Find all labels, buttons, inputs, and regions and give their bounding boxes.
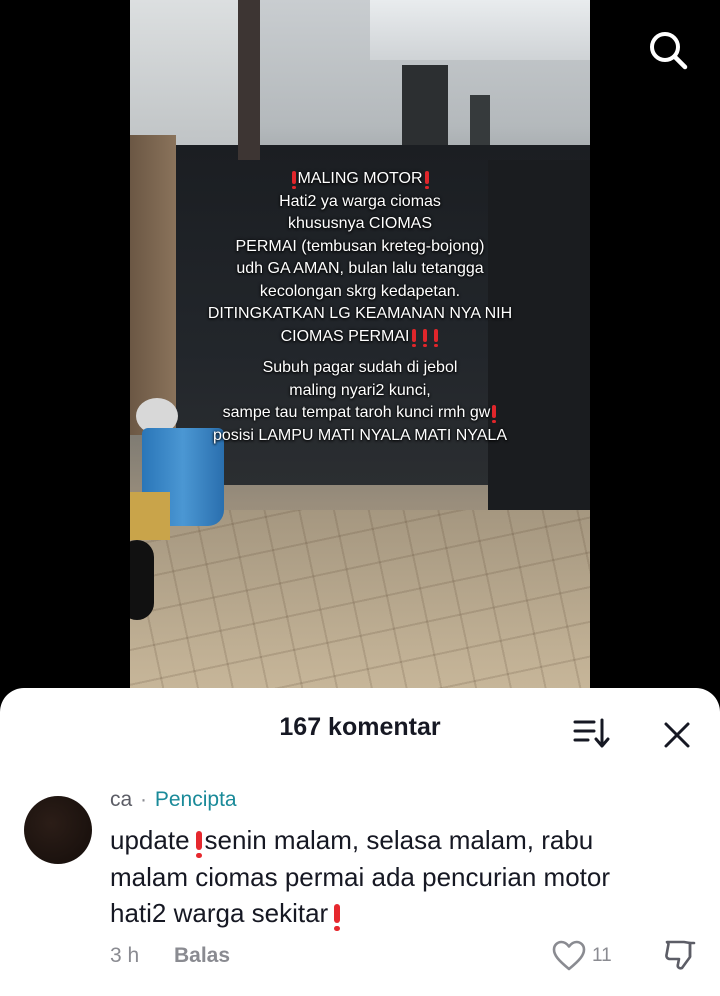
- avatar[interactable]: [24, 796, 92, 864]
- box: [130, 492, 170, 540]
- comment-line-text: hati2 warga sekitar: [110, 898, 329, 928]
- exclamation-emoji-icon: [434, 328, 439, 347]
- creator-badge: Pencipta: [154, 788, 237, 811]
- caption-line-text: sampe tau tempat taroh kunci rmh gw: [222, 404, 491, 421]
- caption-line: posisi LAMPU MATI NYALA MATI NYALA: [130, 425, 590, 448]
- dislike-button[interactable]: [664, 938, 696, 972]
- caption-line-text: khususnya CIOMAS: [287, 215, 433, 232]
- sort-icon: [573, 718, 610, 748]
- caption-line-text: CIOMAS PERMAI: [280, 327, 410, 345]
- exclamation-emoji-icon: [334, 904, 341, 931]
- caption-line: kecolongan skrg kedapetan.: [130, 281, 590, 304]
- pillar: [238, 0, 260, 160]
- tiled-floor: [130, 510, 590, 700]
- caption-line-text: maling nyari2 kunci,: [289, 381, 431, 399]
- comment-author[interactable]: ca: [110, 788, 132, 811]
- exclamation-emoji-icon: [424, 171, 429, 189]
- caption-line-text: Hati2 ya warga ciomas: [279, 192, 441, 210]
- comment-item: ca · Pencipta update senin malam, selasa …: [0, 788, 720, 988]
- motorcycle-wheel: [130, 540, 154, 620]
- exclamation-emoji-icon: [422, 328, 427, 347]
- thumbs-down-icon: [665, 940, 696, 970]
- caption-line-text: MALING MOTOR: [297, 170, 423, 187]
- close-icon: [664, 722, 690, 748]
- ceiling: [370, 0, 590, 60]
- search-icon: [650, 32, 688, 70]
- caption-line-text: posisi LAMPU MATI NYALA MATI NYALA: [213, 426, 507, 444]
- comment-line-text: update: [110, 825, 190, 855]
- caption-line-text: DITINGKATKAN LG KEAMANAN NYA NIH: [207, 305, 513, 322]
- caption-line: Subuh pagar sudah di jebol: [130, 357, 590, 380]
- caption-line-text: Subuh pagar sudah di jebol: [262, 359, 458, 376]
- comment-header: ca · Pencipta: [110, 788, 237, 812]
- comment-text: update senin malam, selasa malam, rabu mal…: [110, 822, 700, 932]
- reply-button[interactable]: Balas: [174, 944, 230, 968]
- caption-line: DITINGKATKAN LG KEAMANAN NYA NIH: [130, 303, 590, 326]
- exclamation-emoji-icon: [195, 831, 202, 858]
- comment-line: update senin malam, selasa malam, rabu: [110, 822, 700, 859]
- video-caption-overlay-2: Subuh pagar sudah di jebol maling nyari2 …: [130, 357, 590, 447]
- search-button[interactable]: [644, 26, 692, 74]
- caption-line: udh GA AMAN, bulan lalu tetangga: [130, 258, 590, 281]
- like-button[interactable]: [552, 940, 586, 972]
- exclamation-emoji-icon: [492, 405, 497, 423]
- exclamation-emoji-icon: [292, 171, 297, 189]
- comment-timestamp: 3 h: [110, 944, 140, 967]
- video-player[interactable]: MALING MOTOR Hati2 ya warga ciomas khususn…: [0, 0, 720, 710]
- sort-button[interactable]: [572, 716, 612, 750]
- caption-line: Hati2 ya warga ciomas: [130, 191, 590, 214]
- wall: [130, 0, 250, 150]
- heart-outline-icon: [552, 940, 586, 971]
- like-count: 11: [592, 945, 612, 966]
- comment-line: hati2 warga sekitar: [110, 895, 700, 932]
- caption-line-text: udh GA AMAN, bulan lalu tetangga: [236, 260, 484, 277]
- comment-line-text: senin malam, selasa malam, rabu: [204, 825, 594, 855]
- separator-dot: ·: [140, 788, 148, 811]
- caption-line: khususnya CIOMAS: [130, 213, 590, 236]
- caption-line: maling nyari2 kunci,: [130, 380, 590, 403]
- comment-count-title: 167 komentar: [279, 713, 441, 741]
- video-caption-overlay: MALING MOTOR Hati2 ya warga ciomas khususn…: [130, 168, 590, 348]
- comments-sheet: 167 komentar ca · Pencipta update senin m…: [0, 688, 720, 996]
- video-frame[interactable]: MALING MOTOR Hati2 ya warga ciomas khususn…: [130, 0, 590, 700]
- caption-line: CIOMAS PERMAI: [130, 326, 590, 349]
- caption-line: sampe tau tempat taroh kunci rmh gw: [130, 402, 590, 425]
- caption-line-text: PERMAI (tembusan kreteg-bojong): [235, 237, 485, 255]
- caption-line: MALING MOTOR: [130, 168, 590, 191]
- caption-line-text: kecolongan skrg kedapetan.: [259, 282, 461, 300]
- comment-line-text: malam ciomas permai ada pencurian motor: [110, 861, 610, 892]
- caption-line: PERMAI (tembusan kreteg-bojong): [130, 236, 590, 259]
- comment-line: malam ciomas permai ada pencurian motor: [110, 859, 700, 896]
- close-button[interactable]: [660, 718, 694, 752]
- exclamation-emoji-icon: [411, 328, 416, 347]
